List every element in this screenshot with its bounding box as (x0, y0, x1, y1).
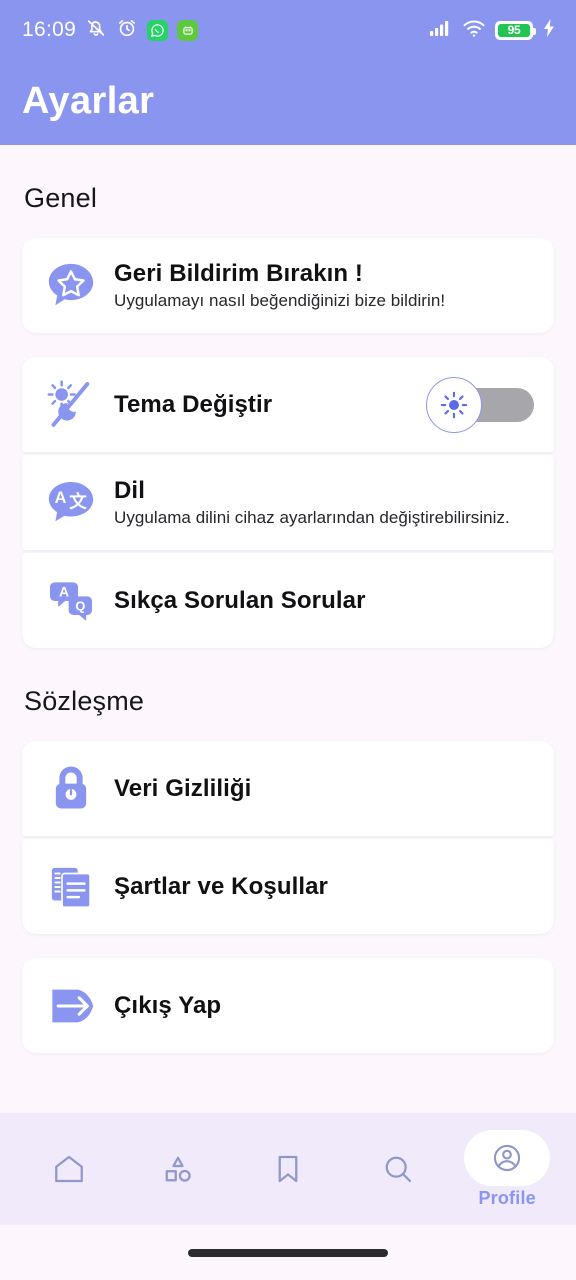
settings-row-title: Geri Bildirim Bırakın ! (114, 260, 364, 287)
section-title-genel: Genel (24, 183, 98, 213)
feedback-star-bubble-icon (42, 257, 100, 315)
nav-item-bookmark[interactable] (245, 1141, 331, 1197)
bookmark-icon[interactable] (245, 1141, 331, 1197)
settings-screen: 16:09 95 Ayarlar Genel Geri Bildirim Bır… (0, 0, 576, 1280)
settings-content: Genel Geri Bildirim Bırakın ! Uygulamayı… (0, 145, 576, 1113)
status-bar-right: 95 (429, 18, 556, 43)
settings-row-logout[interactable]: Çıkış Yap (22, 958, 554, 1053)
svg-text:文: 文 (69, 491, 87, 512)
settings-group-feedback: Geri Bildirim Bırakın ! Uygulamayı nasıl… (22, 238, 554, 333)
settings-row-title: Tema Değiştir (114, 390, 273, 418)
nav-item-home[interactable] (26, 1141, 112, 1197)
settings-row-text: Dil Uygulama dilini cihaz ayarlarından d… (114, 477, 534, 528)
settings-group-general: Tema Değiştir A 文 Dil Uygulama dilini ci… (22, 357, 554, 648)
settings-row-feedback[interactable]: Geri Bildirim Bırakın ! Uygulamayı nasıl… (22, 238, 554, 333)
theme-toggle-switch[interactable] (426, 376, 534, 433)
settings-row-privacy[interactable]: Veri Gizliliği (22, 741, 554, 836)
settings-row-title: Çıkış Yap (114, 991, 222, 1019)
settings-group-logout: Çıkış Yap (22, 958, 554, 1053)
home-icon[interactable] (26, 1141, 112, 1197)
section-title-sozlesme: Sözleşme (24, 686, 145, 716)
charging-bolt-icon (542, 18, 556, 43)
language-translate-bubble-icon: A 文 (42, 474, 100, 532)
nav-item-profile[interactable]: Profile (464, 1129, 551, 1209)
settings-row-theme[interactable]: Tema Değiştir (22, 357, 554, 452)
nav-item-profile-label: Profile (478, 1187, 536, 1208)
svg-text:A: A (55, 489, 67, 507)
gesture-bar-area (0, 1225, 576, 1280)
sun-icon (440, 391, 468, 418)
alarm-clock-icon (116, 17, 138, 44)
settings-row-subtitle: Uygulamayı nasıl beğendiğinizi bize bild… (114, 291, 446, 310)
settings-row-text: Sıkça Sorulan Sorular (114, 587, 534, 615)
settings-row-terms[interactable]: Şartlar ve Koşullar (22, 839, 554, 934)
status-bar: 16:09 95 (0, 0, 576, 44)
green-app-icon (177, 19, 199, 41)
settings-row-text: Şartlar ve Koşullar (114, 873, 534, 901)
app-header: 16:09 95 Ayarlar (0, 0, 576, 145)
status-bar-left: 16:09 (22, 17, 199, 44)
settings-row-text: Veri Gizliliği (114, 775, 534, 803)
settings-row-faq[interactable]: A Q Sıkça Sorulan Sorular (22, 553, 554, 648)
search-icon[interactable] (355, 1141, 441, 1197)
faq-chat-bubbles-icon: A Q (42, 572, 100, 630)
lock-icon (42, 760, 100, 818)
settings-row-subtitle: Uygulama dilini cihaz ayarlarından değiş… (114, 508, 510, 527)
home-gesture-bar[interactable] (188, 1248, 388, 1257)
settings-row-title: Şartlar ve Koşullar (114, 872, 328, 900)
settings-row-language[interactable]: A 文 Dil Uygulama dilini cihaz ayarlarınd… (22, 455, 554, 550)
settings-row-title: Dil (114, 477, 145, 504)
profile-icon[interactable] (464, 1129, 551, 1186)
svg-text:A: A (59, 583, 69, 599)
svg-text:Q: Q (75, 598, 85, 613)
cellular-signal-icon (429, 18, 453, 43)
settings-row-text: Çıkış Yap (114, 992, 534, 1020)
status-bar-clock: 16:09 (22, 18, 77, 41)
theme-sun-moon-icon (42, 376, 100, 434)
page-title: Ayarlar (22, 80, 155, 122)
toggle-knob[interactable] (426, 376, 482, 433)
battery-icon: 95 (495, 20, 536, 40)
nav-item-shapes[interactable] (135, 1141, 221, 1197)
shapes-icon[interactable] (135, 1141, 221, 1197)
logout-arrow-icon (42, 977, 100, 1035)
settings-row-text: Tema Değiştir (114, 391, 426, 419)
settings-group-agreement: Veri Gizliliği Şartlar ve Koşullar (22, 741, 554, 934)
settings-row-title: Veri Gizliliği (114, 774, 252, 802)
settings-row-text: Geri Bildirim Bırakın ! Uygulamayı nasıl… (114, 260, 534, 311)
nav-item-search[interactable] (355, 1141, 441, 1197)
settings-row-title: Sıkça Sorulan Sorular (114, 586, 366, 614)
battery-percent-label: 95 (507, 23, 521, 37)
bottom-navigation-bar: Profile (0, 1113, 576, 1225)
whatsapp-icon (147, 19, 169, 41)
mute-bell-icon (85, 17, 107, 44)
documents-icon (42, 858, 100, 916)
wifi-icon (462, 18, 486, 43)
